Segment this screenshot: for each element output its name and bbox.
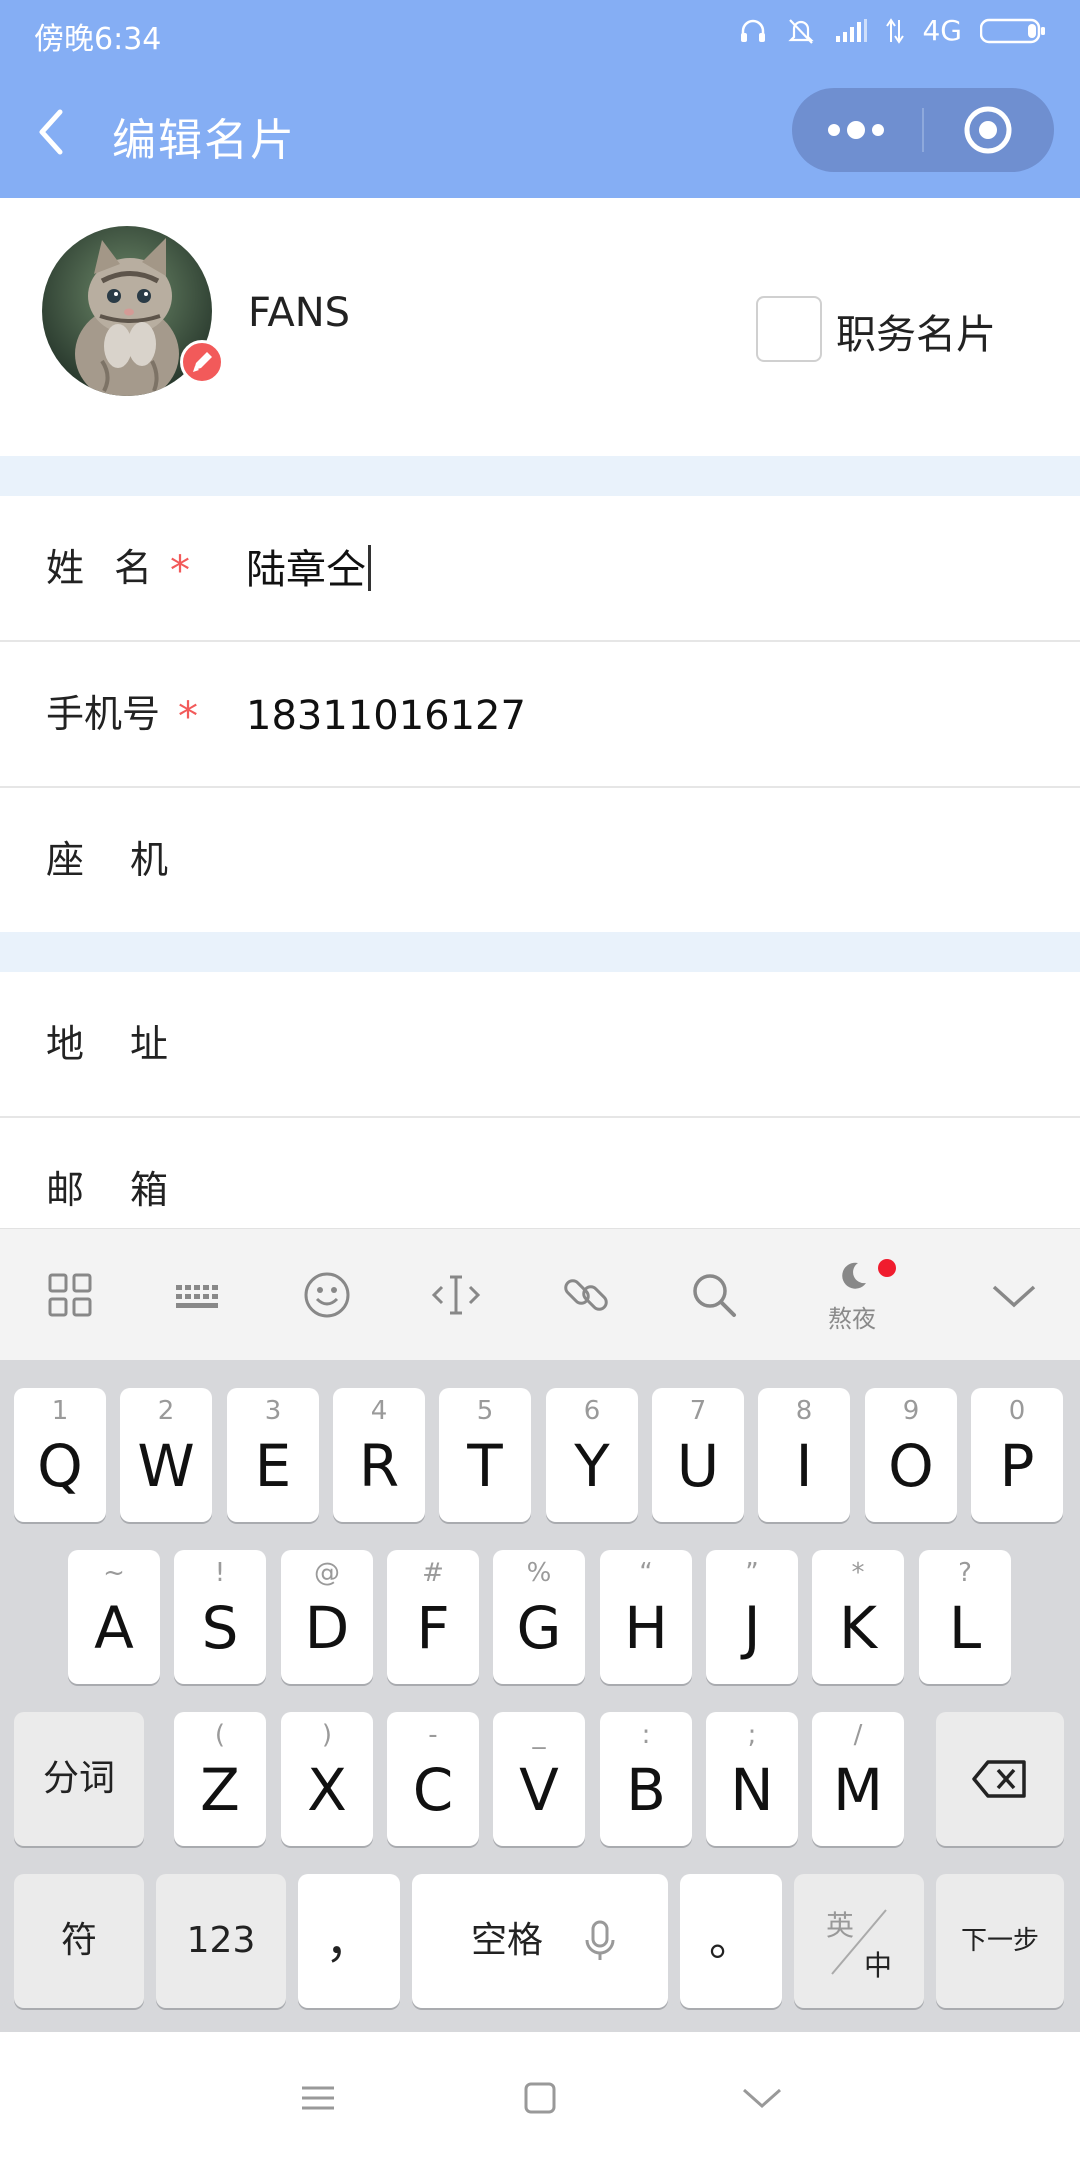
nickname: FANS [248, 290, 351, 336]
keyboard-icon[interactable] [168, 1265, 228, 1325]
data-arrows-icon [886, 17, 905, 44]
name-label: 姓名 [46, 546, 183, 590]
backspace-icon [970, 1752, 1030, 1810]
key-e[interactable]: 3E [227, 1388, 319, 1522]
cursor-icon[interactable] [426, 1265, 486, 1325]
key-t[interactable]: 5T [439, 1388, 531, 1522]
form-row-mobile[interactable]: 手机号 * 18311016127 [0, 642, 1080, 788]
key-a[interactable]: ~ A [68, 1550, 160, 1684]
target-close-icon [924, 106, 1054, 176]
segment-key[interactable]: 分词 [14, 1712, 144, 1846]
key-b[interactable]: :B [600, 1712, 692, 1846]
key-g[interactable]: % G [493, 1550, 585, 1684]
microphone-icon [582, 1918, 618, 1968]
name-field[interactable]: 陆章仝 [246, 496, 371, 640]
menu-icon[interactable] [288, 2068, 348, 2128]
system-nav-bar [0, 2032, 1080, 2160]
mini-program-capsule [792, 88, 1054, 172]
key-j[interactable]: ” J [706, 1550, 798, 1684]
form-row-address[interactable]: 地址 [0, 972, 1080, 1118]
key-o[interactable]: 9O [865, 1388, 957, 1522]
network-type: 4G [922, 14, 962, 47]
battery-icon [980, 17, 1046, 45]
key-y[interactable]: 6Y [546, 1388, 638, 1522]
page-title: 编辑名片 [112, 115, 296, 166]
top-bar: 傍晚6:34 4G 编辑名片 [0, 0, 1080, 198]
mobile-label: 手机号 [46, 692, 161, 736]
pencil-icon [183, 352, 221, 385]
headphones-icon [738, 16, 768, 46]
more-button[interactable] [792, 88, 922, 172]
key-s[interactable]: ! S [174, 1550, 266, 1684]
language-switch-key[interactable]: 英 中 [794, 1874, 924, 2008]
grid-icon[interactable] [40, 1265, 100, 1325]
night-mode-button[interactable]: 熬夜 [820, 1257, 884, 1337]
section-gap [0, 932, 1080, 972]
key-k[interactable]: * K [812, 1550, 904, 1684]
chevron-down-icon[interactable] [984, 1265, 1044, 1325]
duty-card-checkbox[interactable] [756, 296, 822, 362]
mute-bell-icon [786, 16, 816, 46]
key-r[interactable]: 4R [333, 1388, 425, 1522]
next-step-key[interactable]: 下一步 [936, 1874, 1064, 2008]
status-bar: 傍晚6:34 4G [0, 0, 1080, 66]
required-mark: * [178, 694, 198, 740]
key-u[interactable]: 7U [652, 1388, 744, 1522]
status-time: 傍晚6:34 [34, 22, 162, 57]
key-z[interactable]: (Z [174, 1712, 266, 1846]
required-mark: * [170, 548, 190, 594]
key-p[interactable]: 0P [971, 1388, 1063, 1522]
key-d[interactable]: @ D [281, 1550, 373, 1684]
search-icon[interactable] [684, 1265, 744, 1325]
key-m[interactable]: / M [812, 1712, 904, 1846]
key-q[interactable]: 1Q [14, 1388, 106, 1522]
key-f[interactable]: # F [387, 1550, 479, 1684]
backspace-key[interactable] [936, 1712, 1064, 1846]
back-button[interactable] [30, 100, 90, 164]
text-cursor [368, 545, 371, 591]
more-dots-icon [792, 121, 922, 176]
profile-section: FANS 职务名片 [0, 198, 1080, 456]
home-square-icon[interactable] [510, 2068, 570, 2128]
section-gap [0, 456, 1080, 496]
night-mode-label: 熬夜 [828, 1305, 876, 1333]
comma-key[interactable]: ， [298, 1874, 400, 2008]
form-row-landline[interactable]: 座机 [0, 788, 1080, 934]
link-icon[interactable] [556, 1265, 616, 1325]
key-w[interactable]: 2W [120, 1388, 212, 1522]
key-v[interactable]: _ V [493, 1712, 585, 1846]
address-label: 地址 [46, 1022, 215, 1066]
signal-icon [834, 18, 868, 44]
close-mini-program-button[interactable] [924, 88, 1054, 172]
keyboard: 1Q 2W 3E 4R 5T 6Y 7U 8I 9O 0P ~ A ! S @ D #… [0, 1360, 1080, 2032]
status-icons: 4G [738, 14, 1046, 47]
mobile-field[interactable]: 18311016127 [246, 642, 526, 786]
period-key[interactable]: 。 [680, 1874, 782, 2008]
key-h[interactable]: “H [600, 1550, 692, 1684]
back-chevron-icon[interactable] [732, 2068, 792, 2128]
chevron-left-icon [30, 109, 90, 168]
key-l[interactable]: ? L [919, 1550, 1011, 1684]
key-x[interactable]: ) X [281, 1712, 373, 1846]
form-row-name[interactable]: 姓名 * 陆章仝 [0, 496, 1080, 642]
duty-card-label[interactable]: 职务名片 [836, 302, 996, 360]
key-i[interactable]: 8I [758, 1388, 850, 1522]
key-c[interactable]: -C [387, 1712, 479, 1846]
symbol-key[interactable]: 符 [14, 1874, 144, 2008]
notification-dot [878, 1259, 896, 1277]
number-key[interactable]: 123 [156, 1874, 286, 2008]
landline-label: 座机 [46, 838, 215, 882]
name-value: 陆章仝 [246, 547, 366, 593]
key-n[interactable]: ; N [706, 1712, 798, 1846]
keyboard-toolbar: 熬夜 [0, 1228, 1080, 1361]
emoji-icon[interactable] [297, 1265, 357, 1325]
moon-icon [832, 1262, 872, 1299]
app-header: 编辑名片 [0, 66, 1080, 198]
space-key[interactable]: 空格 [412, 1874, 668, 2008]
edit-avatar-button[interactable] [180, 340, 224, 384]
